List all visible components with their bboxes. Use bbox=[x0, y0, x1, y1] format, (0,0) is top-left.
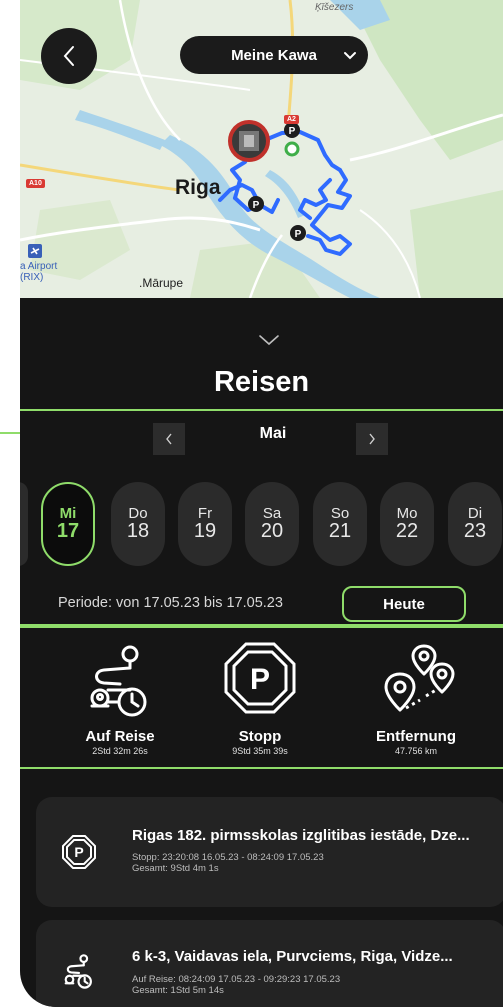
collapse-chevron-icon[interactable] bbox=[258, 334, 280, 346]
day-name: So bbox=[330, 504, 350, 522]
day-pill-so-21[interactable]: So 21 bbox=[313, 482, 367, 566]
distance-pins-icon bbox=[384, 644, 455, 712]
day-date: 22 bbox=[395, 520, 419, 543]
day-name: Fr bbox=[197, 504, 213, 522]
stats-section: Auf Reise 2Std 32m 26s P Stopp 9Std 35m … bbox=[20, 626, 503, 769]
trip-card-title: 6 k-3, Vaidavas iela, Purvciems, Riga, V… bbox=[132, 948, 453, 965]
map-place-kiseze: Ķīšezers bbox=[315, 2, 354, 13]
trip-route-clock-icon bbox=[64, 954, 92, 989]
panel-title: Reisen bbox=[213, 366, 310, 398]
day-date: 21 bbox=[328, 520, 352, 543]
phone-screen: P P P Ķīšezers A10 A2 Riga a Airport (RI… bbox=[20, 0, 503, 1007]
svg-text:P: P bbox=[253, 200, 260, 211]
trip-route-clock-icon bbox=[90, 645, 147, 717]
day-name: Mi bbox=[59, 504, 77, 522]
day-name: Mo bbox=[396, 504, 418, 522]
day-date: 17 bbox=[56, 520, 80, 543]
day-name: Di bbox=[467, 504, 483, 522]
stat-trip-label: Auf Reise bbox=[85, 728, 155, 745]
trip-card-time: Stopp: 23:20:08 16.05.23 - 08:24:09 17.0… bbox=[132, 852, 324, 863]
chevron-right-icon bbox=[369, 433, 375, 445]
map-marker-label: P bbox=[289, 126, 296, 137]
day-pill-di-23[interactable]: Di 23 bbox=[448, 482, 502, 566]
day-date: 18 bbox=[126, 520, 150, 543]
date-picker-section: Mai Mi 17 Do 18 Fr 19 Sa 20 So 21 Mo 22 … bbox=[20, 409, 503, 626]
day-date: 23 bbox=[463, 520, 487, 543]
chevron-left-icon bbox=[63, 46, 74, 66]
back-button[interactable] bbox=[41, 28, 97, 84]
stat-distance-label: Entfernung bbox=[376, 728, 456, 745]
stat-trip: Auf Reise 2Std 32m 26s bbox=[50, 640, 190, 756]
month-prev-button[interactable] bbox=[153, 423, 185, 455]
trip-card-total: Gesamt: 1Std 5m 14s bbox=[132, 985, 224, 996]
road-badge-a2: A2 bbox=[284, 115, 299, 124]
parking-stop-icon: P bbox=[224, 642, 296, 714]
trip-card-title: Rigas 182. pirmsskolas izglitibas iestād… bbox=[132, 827, 470, 844]
trip-card-time: Auf Reise: 08:24:09 17.05.23 - 09:29:23 … bbox=[132, 974, 341, 985]
svg-text:P: P bbox=[295, 229, 302, 240]
day-pill-mo-22[interactable]: Mo 22 bbox=[380, 482, 434, 566]
month-next-button[interactable] bbox=[356, 423, 388, 455]
road-badge-a10: A10 bbox=[26, 179, 45, 188]
month-label: Mai bbox=[259, 425, 287, 442]
stat-trip-value: 2Std 32m 26s bbox=[92, 746, 148, 756]
parking-stop-icon: P bbox=[62, 835, 96, 869]
side-connector-line bbox=[0, 432, 22, 434]
day-pill-sa-20[interactable]: Sa 20 bbox=[245, 482, 299, 566]
day-pill-fr-19[interactable]: Fr 19 bbox=[178, 482, 232, 566]
trip-card-detail: Auf Reise: 08:24:09 17.05.23 - 09:29:23 … bbox=[132, 974, 340, 996]
chevron-left-icon bbox=[166, 433, 172, 445]
stat-stop-value: 9Std 35m 39s bbox=[232, 746, 288, 756]
trip-card-total: Gesamt: 9Std 4m 1s bbox=[132, 863, 219, 874]
svg-text:P: P bbox=[74, 844, 83, 860]
svg-text:P: P bbox=[250, 663, 270, 696]
day-date: 19 bbox=[193, 520, 217, 543]
vehicle-select-label: Meine Kawa bbox=[231, 46, 317, 64]
stat-stop-label: Stopp bbox=[238, 728, 282, 745]
trip-card[interactable]: P Rigas 182. pirmsskolas izglitibas iest… bbox=[36, 797, 503, 907]
chevron-down-icon bbox=[344, 52, 356, 60]
trip-card-detail: Stopp: 23:20:08 16.05.23 - 08:24:09 17.0… bbox=[132, 852, 324, 874]
map-place-airport: a Airport (RIX) bbox=[20, 261, 58, 283]
map-view[interactable]: P P P Ķīšezers A10 A2 Riga a Airport (RI… bbox=[20, 0, 503, 298]
today-button[interactable]: Heute bbox=[342, 586, 466, 622]
period-text: Periode: von 17.05.23 bis 17.05.23 bbox=[58, 595, 283, 611]
day-name: Do bbox=[128, 504, 148, 522]
day-pill-mi-17[interactable]: Mi 17 bbox=[41, 482, 95, 566]
day-pill-do-18[interactable]: Do 18 bbox=[111, 482, 165, 566]
trip-card[interactable]: 6 k-3, Vaidavas iela, Purvciems, Riga, V… bbox=[36, 920, 503, 1007]
map-city-label: Riga bbox=[175, 176, 221, 199]
stat-distance-value: 47.756 km bbox=[394, 746, 438, 756]
day-pill-partial[interactable] bbox=[20, 482, 28, 566]
stat-distance: Entfernung 47.756 km bbox=[346, 640, 486, 756]
day-name: Sa bbox=[262, 504, 282, 522]
map-place-marupe: .Mārupe bbox=[139, 276, 184, 290]
stat-stop: P Stopp 9Std 35m 39s bbox=[190, 640, 330, 756]
day-date: 20 bbox=[260, 520, 284, 543]
vehicle-select[interactable]: Meine Kawa bbox=[180, 36, 368, 74]
